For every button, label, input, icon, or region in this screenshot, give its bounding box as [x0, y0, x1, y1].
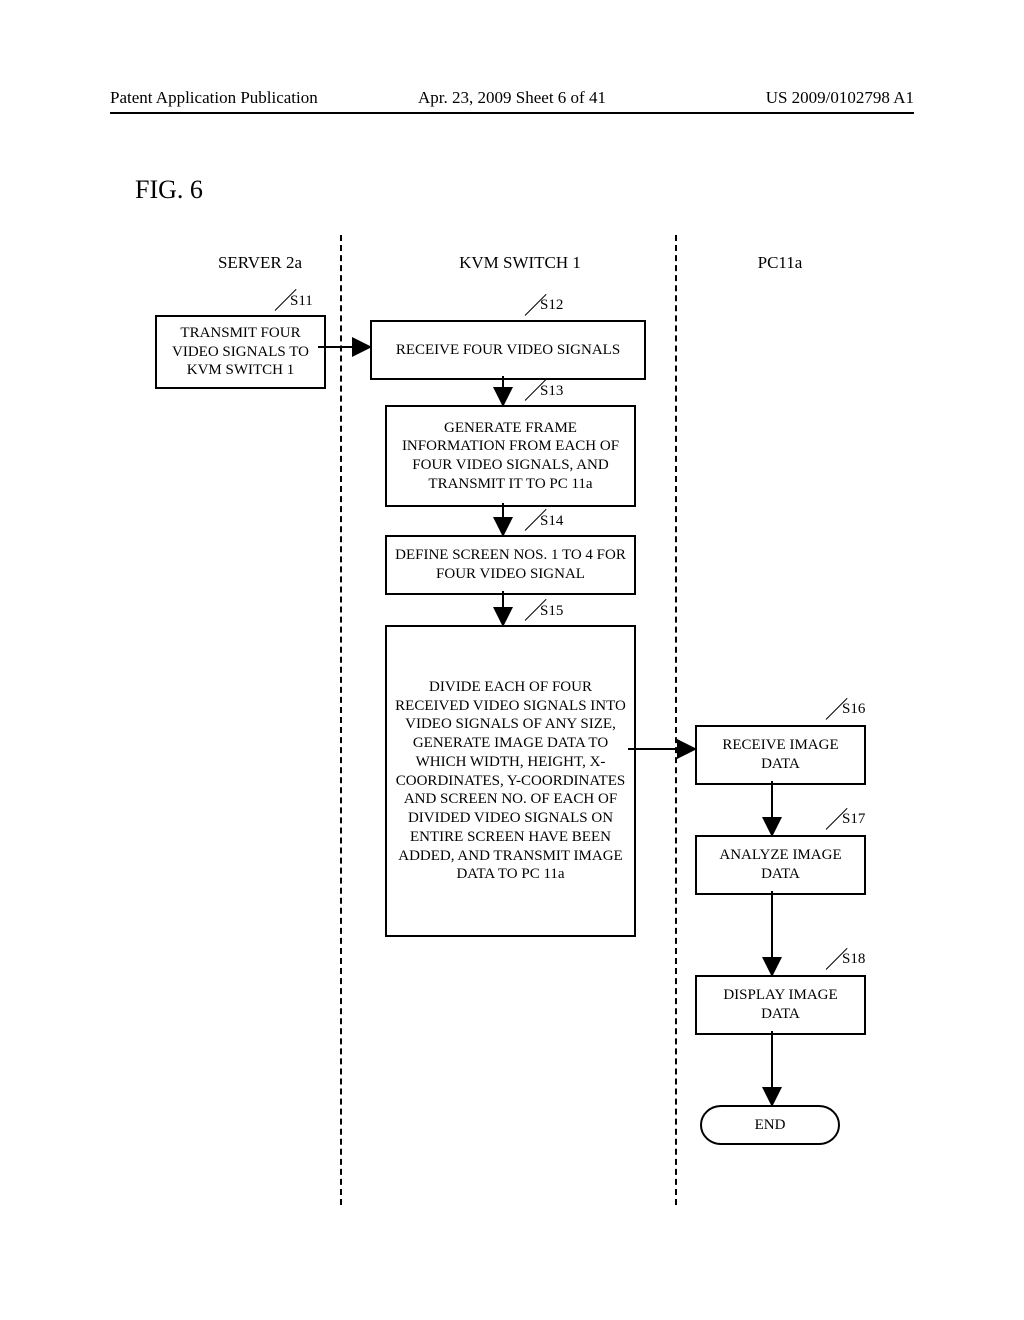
figure-label: FIG. 6 [135, 175, 203, 205]
swimlane-kvm-switch: KVM SWITCH 1 [410, 253, 630, 273]
step-label-s11: S11 [290, 293, 313, 310]
flowchart: SERVER 2a KVM SWITCH 1 PC11a TRANSMIT FO… [120, 235, 920, 1235]
page-header: Patent Application Publication Apr. 23, … [110, 78, 914, 114]
step-s18: DISPLAY IMAGE DATA [695, 975, 866, 1035]
terminator-label: END [755, 1117, 786, 1133]
step-label-s13: S13 [540, 383, 563, 400]
lane-divider [340, 235, 342, 1205]
step-s17: ANALYZE IMAGE DATA [695, 835, 866, 895]
header-left: Patent Application Publication [110, 88, 318, 108]
terminator-end: END [700, 1105, 840, 1145]
step-s12: RECEIVE FOUR VIDEO SIGNALS [370, 320, 646, 380]
step-s13: GENERATE FRAME INFORMATION FROM EACH OF … [385, 405, 636, 507]
step-label-s18: S18 [842, 951, 865, 968]
step-s14: DEFINE SCREEN NOS. 1 TO 4 FOR FOUR VIDEO… [385, 535, 636, 595]
step-label-s14: S14 [540, 513, 563, 530]
step-label-s17: S17 [842, 811, 865, 828]
swimlane-pc: PC11a [710, 253, 850, 273]
swimlane-server: SERVER 2a [190, 253, 330, 273]
page: Patent Application Publication Apr. 23, … [0, 0, 1024, 1320]
header-right: US 2009/0102798 A1 [766, 88, 914, 108]
step-label-s12: S12 [540, 297, 563, 314]
lane-divider [675, 235, 677, 1205]
step-label-s16: S16 [842, 701, 865, 718]
step-s11: TRANSMIT FOUR VIDEO SIGNALS TO KVM SWITC… [155, 315, 326, 389]
step-s15: DIVIDE EACH OF FOUR RECEIVED VIDEO SIGNA… [385, 625, 636, 937]
step-label-s15: S15 [540, 603, 563, 620]
step-s16: RECEIVE IMAGE DATA [695, 725, 866, 785]
